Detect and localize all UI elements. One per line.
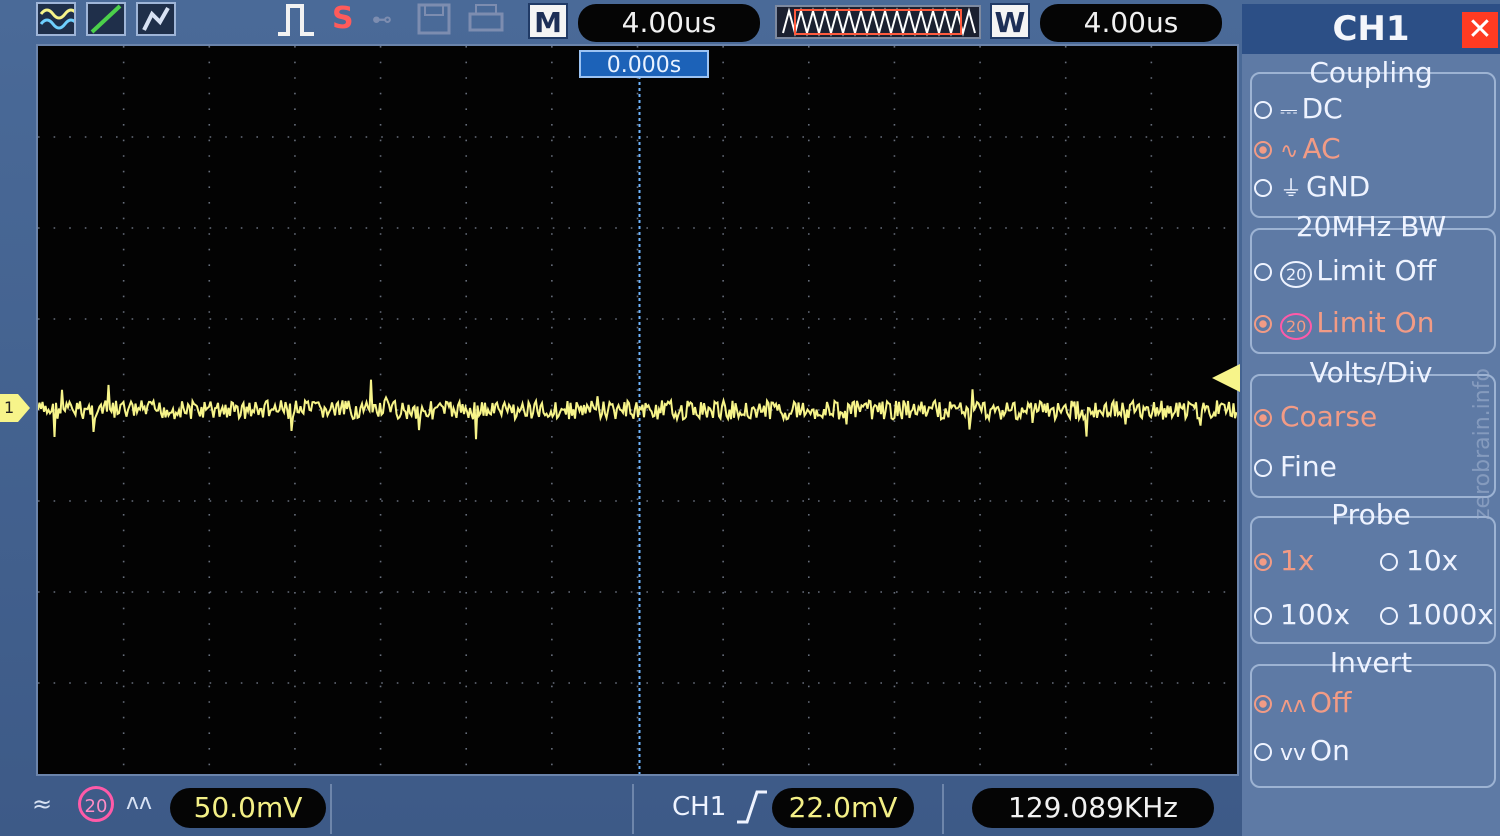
radio-icon (1254, 409, 1272, 427)
probe-10x-option[interactable]: 10x (1380, 544, 1458, 577)
volts-fine-option[interactable]: Fine (1254, 450, 1337, 483)
radio-icon (1380, 553, 1398, 571)
trigger-level-value[interactable]: 22.0mV (772, 788, 914, 828)
volts-coarse-option[interactable]: Coarse (1254, 400, 1377, 433)
invert-on-icon: vv (1280, 741, 1307, 766)
rising-edge-icon (735, 788, 769, 833)
option-label: Fine (1280, 450, 1337, 483)
window-label: W (990, 3, 1030, 39)
radio-icon (1254, 695, 1272, 713)
option-label: Limit On (1316, 306, 1435, 339)
option-label: AC (1302, 132, 1341, 165)
option-label: Off (1310, 686, 1352, 719)
usb-icon: ⊷ (372, 7, 392, 31)
menu-title-text: CH1 (1332, 9, 1410, 49)
channel-1-marker[interactable]: 1 (0, 394, 30, 422)
option-label: 10x (1406, 544, 1459, 577)
close-icon[interactable]: ✕ (1462, 12, 1498, 48)
invert-icon: ʌʌ (126, 790, 153, 815)
window-time-value[interactable]: 4.00us (1040, 4, 1222, 42)
watermark: zerobrain.info (1470, 368, 1495, 520)
print-icon (466, 2, 506, 44)
probe-title: Probe (1331, 498, 1411, 531)
bw-limit-on-option[interactable]: 20 Limit On (1254, 306, 1434, 340)
frequency-readout: 129.089KHz (972, 788, 1214, 828)
ac-icon: ∿ (1280, 139, 1299, 164)
mem-label: M (528, 3, 568, 39)
coupling-dc-option[interactable]: ⎓ DC (1254, 92, 1343, 125)
probe-1000x-option[interactable]: 1000x (1380, 598, 1494, 631)
channel-menu: CH1 ✕ Coupling ⎓ DC ∿ AC ⏚ GND 20MHz BW 20 L… (1242, 4, 1500, 836)
coupling-gnd-option[interactable]: ⏚ GND (1254, 170, 1370, 203)
coupling-ac-option[interactable]: ∿ AC (1254, 132, 1341, 165)
channel-1-trace (38, 379, 1237, 440)
option-label: 1000x (1406, 598, 1494, 631)
option-label: GND (1306, 170, 1371, 203)
cursor-icon[interactable] (86, 2, 126, 36)
volts-div-value[interactable]: 50.0mV (170, 788, 326, 828)
radio-icon (1254, 315, 1272, 333)
invert-off-option[interactable]: ʌʌ Off (1254, 686, 1351, 719)
memory-window (794, 9, 962, 35)
invert-off-icon: ʌʌ (1280, 693, 1307, 718)
divider (942, 784, 944, 834)
bw-title: 20MHz BW (1295, 210, 1447, 243)
divider (330, 784, 332, 834)
oscilloscope-screen: S ⊷ M 4.00us W 4.00us 0.000s 1 ≈ 20 ʌʌ 5… (0, 0, 1500, 836)
trigger-edge-icon (276, 2, 316, 46)
probe-1x-option[interactable]: 1x (1254, 544, 1314, 577)
trigger-time-marker[interactable]: 0.000s (579, 50, 709, 78)
volts-title: Volts/Div (1309, 356, 1433, 389)
save-icon (416, 2, 452, 44)
memory-position-strip[interactable] (775, 5, 981, 39)
radio-icon (1254, 141, 1272, 159)
option-label: Limit Off (1316, 254, 1437, 287)
waveform-display (36, 44, 1239, 776)
bw-limit-icon: 20 (78, 786, 114, 822)
bw-icon: 20 (1280, 313, 1313, 340)
radio-icon (1254, 459, 1272, 477)
graticule (38, 46, 1237, 774)
radio-icon (1254, 553, 1272, 571)
radio-icon (1254, 263, 1272, 281)
probe-100x-option[interactable]: 100x (1254, 598, 1350, 631)
ground-icon: ⏚ (1280, 177, 1303, 202)
bw-limit-off-option[interactable]: 20 Limit Off (1254, 254, 1436, 288)
radio-icon (1254, 607, 1272, 625)
ac-coupling-icon: ≈ (32, 790, 53, 818)
invert-title: Invert (1329, 646, 1413, 679)
display-icon[interactable] (136, 2, 176, 36)
waveform-mode-icon[interactable] (36, 2, 79, 36)
invert-group (1250, 664, 1496, 788)
top-bar: S ⊷ M 4.00us W 4.00us (0, 0, 1240, 44)
timebase-value[interactable]: 4.00us (578, 4, 760, 42)
option-label: 100x (1280, 598, 1351, 631)
trigger-status: S (332, 1, 354, 36)
invert-on-option[interactable]: vv On (1254, 734, 1350, 767)
option-label: 1x (1280, 544, 1315, 577)
radio-icon (1254, 101, 1272, 119)
radio-icon (1254, 179, 1272, 197)
radio-icon (1380, 607, 1398, 625)
radio-icon (1254, 743, 1272, 761)
divider (632, 784, 634, 834)
coupling-title: Coupling (1309, 56, 1433, 89)
option-label: Coarse (1280, 400, 1378, 433)
bottom-bar: ≈ 20 ʌʌ 50.0mV CH1 22.0mV 129.089KHz (0, 778, 1240, 836)
bw-icon: 20 (1280, 261, 1313, 288)
option-label: On (1310, 734, 1350, 767)
option-label: DC (1301, 92, 1343, 125)
dc-icon: ⎓ (1280, 99, 1298, 124)
trigger-channel: CH1 (672, 792, 727, 822)
